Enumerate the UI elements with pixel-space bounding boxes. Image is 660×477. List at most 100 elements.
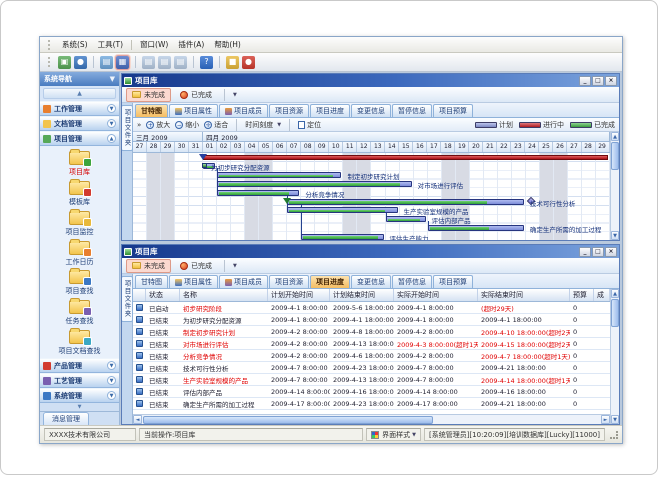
window-titlebar[interactable]: 项目库_□× (122, 74, 619, 87)
tab-6[interactable]: 暂停信息 (392, 275, 432, 288)
gantt-bar[interactable] (217, 172, 341, 178)
sidebar-item-3[interactable]: 工作日历 (40, 239, 119, 269)
sidebar-item-2[interactable]: 项目监控 (40, 209, 119, 239)
scroll-down-icon[interactable]: ▼ (611, 415, 619, 424)
overflow-chevron-icon[interactable]: » (137, 121, 141, 129)
column-header-5[interactable]: 实际开始时间 (394, 289, 478, 301)
gantt-chart[interactable]: 三月 2009四月 200927282930310102030405060708… (133, 132, 610, 240)
scroll-thumb[interactable] (611, 299, 619, 327)
column-header-6[interactable]: 实际结束时间 (478, 289, 570, 301)
gantt-bar[interactable] (301, 234, 383, 240)
gantt-bar[interactable] (287, 207, 397, 213)
tab-3[interactable]: 项目资源 (269, 275, 309, 288)
menu-item-1[interactable]: 工具(T) (93, 38, 128, 51)
filter-unfinished-button[interactable]: 未完成 (126, 88, 171, 102)
chevron-icon[interactable]: ▼ (107, 361, 116, 370)
column-header-8[interactable]: 成 (594, 289, 610, 301)
column-header-3[interactable]: 计划开始时间 (268, 289, 330, 301)
sidebar-section-top-2[interactable]: 项目管理▲ (40, 131, 119, 146)
gantt-summary-bar[interactable] (203, 155, 608, 160)
menu-item-4[interactable]: 帮助(H) (209, 38, 246, 51)
table-row[interactable]: 已结束生产实验室规模的产品2009-4-7 8:00:002009-4-13 1… (133, 374, 610, 386)
tab-1[interactable]: 项目属性 (169, 275, 218, 288)
minimize-button[interactable]: _ (579, 76, 591, 86)
scroll-thumb[interactable] (143, 416, 433, 424)
chevron-icon[interactable]: ▼ (107, 391, 116, 400)
close-button[interactable]: × (605, 247, 617, 257)
zoom-out-button[interactable]: −缩小 (175, 120, 199, 130)
exit-icon[interactable]: ● (242, 56, 255, 69)
tab-5[interactable]: 变更信息 (351, 275, 391, 288)
tab-0[interactable]: 甘特图 (135, 104, 168, 117)
sidebar-item-5[interactable]: 任务查找 (40, 298, 119, 328)
lock-icon[interactable]: ■ (226, 56, 239, 69)
sidebar-section-bottom-2[interactable]: 系统管理▼ (40, 388, 119, 403)
sidebar-section-top-1[interactable]: 文档管理▼ (40, 116, 119, 131)
chevron-icon[interactable]: ▲ (107, 134, 116, 143)
sidebar-collapse-button[interactable]: ▲ (43, 88, 116, 99)
help-icon[interactable]: ? (200, 56, 213, 69)
table-row[interactable]: 已结束评估内部产品2009-4-14 8:00:002009-4-16 18:0… (133, 386, 610, 398)
table-row[interactable]: 已结束分析竞争情况2009-4-2 8:00:002009-4-6 18:00:… (133, 350, 610, 362)
filter-unfinished-button[interactable]: 未完成 (126, 259, 171, 273)
new-window-icon[interactable]: ▣ (58, 56, 71, 69)
scroll-up-icon[interactable]: ▲ (611, 289, 619, 298)
gantt-bar[interactable] (217, 190, 299, 196)
column-header-4[interactable]: 计划结束时间 (330, 289, 394, 301)
window-titlebar[interactable]: 项目库_□× (122, 245, 619, 258)
sidebar-item-1[interactable]: 模板库 (40, 179, 119, 209)
table-row[interactable]: 已结束制定初步研究计划2009-4-2 8:00:002009-4-8 18:0… (133, 326, 610, 338)
scroll-down-icon[interactable]: ▼ (611, 231, 619, 240)
tab-2[interactable]: 项目成员 (219, 104, 268, 117)
scroll-thumb[interactable] (611, 142, 619, 170)
sidebar-section-top-0[interactable]: 工作管理▼ (40, 101, 119, 116)
table-row[interactable]: 已启动初步研究阶段2009-4-1 8:00:002009-5-6 18:00:… (133, 302, 610, 314)
filter-finished-button[interactable]: 已完成 (174, 88, 218, 102)
table-row[interactable]: 已结束技术可行性分析2009-4-7 8:00:002009-4-23 18:0… (133, 362, 610, 374)
report-edit-icon[interactable]: ▤ (158, 56, 171, 69)
table-row[interactable]: 已结束对市场进行评估2009-4-2 8:00:002009-4-13 18:0… (133, 338, 610, 350)
locate-button[interactable]: 定位 (298, 120, 321, 130)
resize-grip-icon[interactable] (610, 431, 618, 439)
gantt-bar[interactable] (428, 225, 524, 231)
tab-4[interactable]: 项目进度 (310, 104, 350, 117)
column-header-0[interactable] (133, 289, 146, 301)
tab-6[interactable]: 暂停信息 (392, 104, 432, 117)
table-row[interactable]: 已结束确定生产所需的加工过程2009-4-17 8:00:002009-4-23… (133, 398, 610, 410)
vertical-scrollbar[interactable]: ▲▼ (610, 289, 619, 424)
scroll-right-icon[interactable]: ► (601, 415, 610, 424)
tab-1[interactable]: 项目属性 (169, 104, 218, 117)
filter-finished-button[interactable]: 已完成 (174, 259, 218, 273)
sidebar-item-0[interactable]: 项目库 (40, 149, 119, 179)
dropdown-icon[interactable]: ▼ (233, 92, 237, 98)
report-delete-icon[interactable]: ▤ (174, 56, 187, 69)
time-scale-button[interactable]: 时间刻度▼ (245, 120, 281, 130)
column-header-7[interactable]: 预算 (570, 289, 594, 301)
maximize-button[interactable]: □ (592, 76, 604, 86)
folder-side-tab[interactable]: 项目文件夹 (121, 276, 133, 322)
menu-item-2[interactable]: 窗口(W) (135, 38, 173, 51)
sidebar-section-bottom-0[interactable]: 产品管理▼ (40, 358, 119, 373)
save-icon[interactable]: ▦ (116, 56, 129, 69)
sidebar-more-button[interactable]: ▼ (40, 403, 119, 411)
statusbar-style-button[interactable]: 界面样式 ▼ (366, 428, 421, 441)
report-new-icon[interactable]: ▤ (142, 56, 155, 69)
gantt-bar[interactable] (386, 216, 426, 222)
folder-side-tab[interactable]: 项目文件夹 (121, 105, 133, 151)
tab-0[interactable]: 甘特图 (135, 275, 168, 288)
sidebar-section-bottom-1[interactable]: 工艺管理▼ (40, 373, 119, 388)
column-header-2[interactable]: 名称 (180, 289, 268, 301)
dropdown-icon[interactable]: ▼ (233, 263, 237, 269)
tab-2[interactable]: 项目成员 (219, 275, 268, 288)
tab-7[interactable]: 项目预算 (433, 104, 473, 117)
scroll-left-icon[interactable]: ◄ (133, 415, 142, 424)
scroll-track[interactable] (611, 328, 619, 415)
tab-3[interactable]: 项目资源 (269, 104, 309, 117)
fit-button[interactable]: ✛适合 (204, 120, 228, 130)
gantt-bar[interactable] (217, 181, 411, 187)
zoom-in-button[interactable]: +放大 (146, 120, 170, 130)
sidebar-item-4[interactable]: 项目查找 (40, 268, 119, 298)
tab-message-management[interactable]: 消息管理 (43, 412, 89, 425)
tab-4[interactable]: 项目进度 (310, 275, 350, 288)
pin-icon[interactable]: ▼ (110, 75, 115, 83)
